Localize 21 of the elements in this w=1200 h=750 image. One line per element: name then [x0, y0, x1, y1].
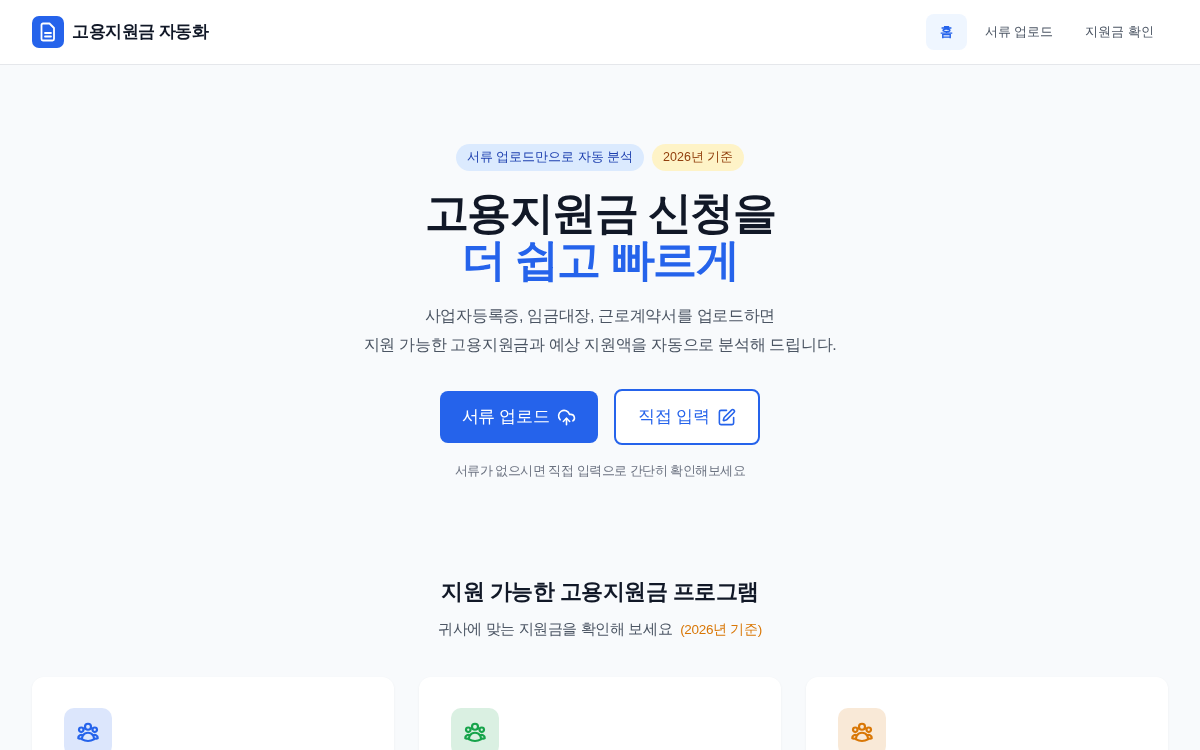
year-note: (2026년 기준) [680, 621, 762, 639]
document-icon [32, 16, 64, 48]
users-icon [64, 708, 112, 750]
tag-badge: 2026년 기준 [652, 144, 745, 171]
tag-badge: 서류 업로드만으로 자동 분석 [455, 144, 645, 171]
nav-tab[interactable]: 지원금 확인 [1071, 14, 1168, 50]
users-icon [838, 708, 886, 750]
hero-highlight: 더 쉽고 빠르게 [461, 236, 740, 283]
upload-cloud-icon [557, 407, 577, 427]
nav-tab[interactable]: 홈 [925, 14, 967, 50]
hint-text: 서류가 없으시면 직접 입력으로 간단히 확인해보세요 [454, 462, 746, 480]
edit-icon [717, 407, 737, 427]
manual-input-button[interactable]: 직접 입력 [614, 389, 761, 445]
hero-description: 사업자등록증, 임금대장, 근로계약서를 업로드하면 지원 가능한 고용지원금과 예상 지원액을 자동으로 분석해 드립니다. [363, 306, 837, 355]
section-subtitle: 귀사에 맞는 지원금을 확인해 보세요 [438, 619, 673, 639]
upload-button[interactable]: 서류 업로드 [439, 391, 599, 443]
nav-tab[interactable]: 서류 업로드 [970, 14, 1068, 50]
section-title: 지원 가능한 고용지원금 프로그램 [441, 578, 759, 606]
hero-title: 고용지원금 신청을 [424, 189, 776, 236]
app-title: 고용지원금 자동화 [72, 21, 209, 42]
users-icon [451, 708, 499, 750]
